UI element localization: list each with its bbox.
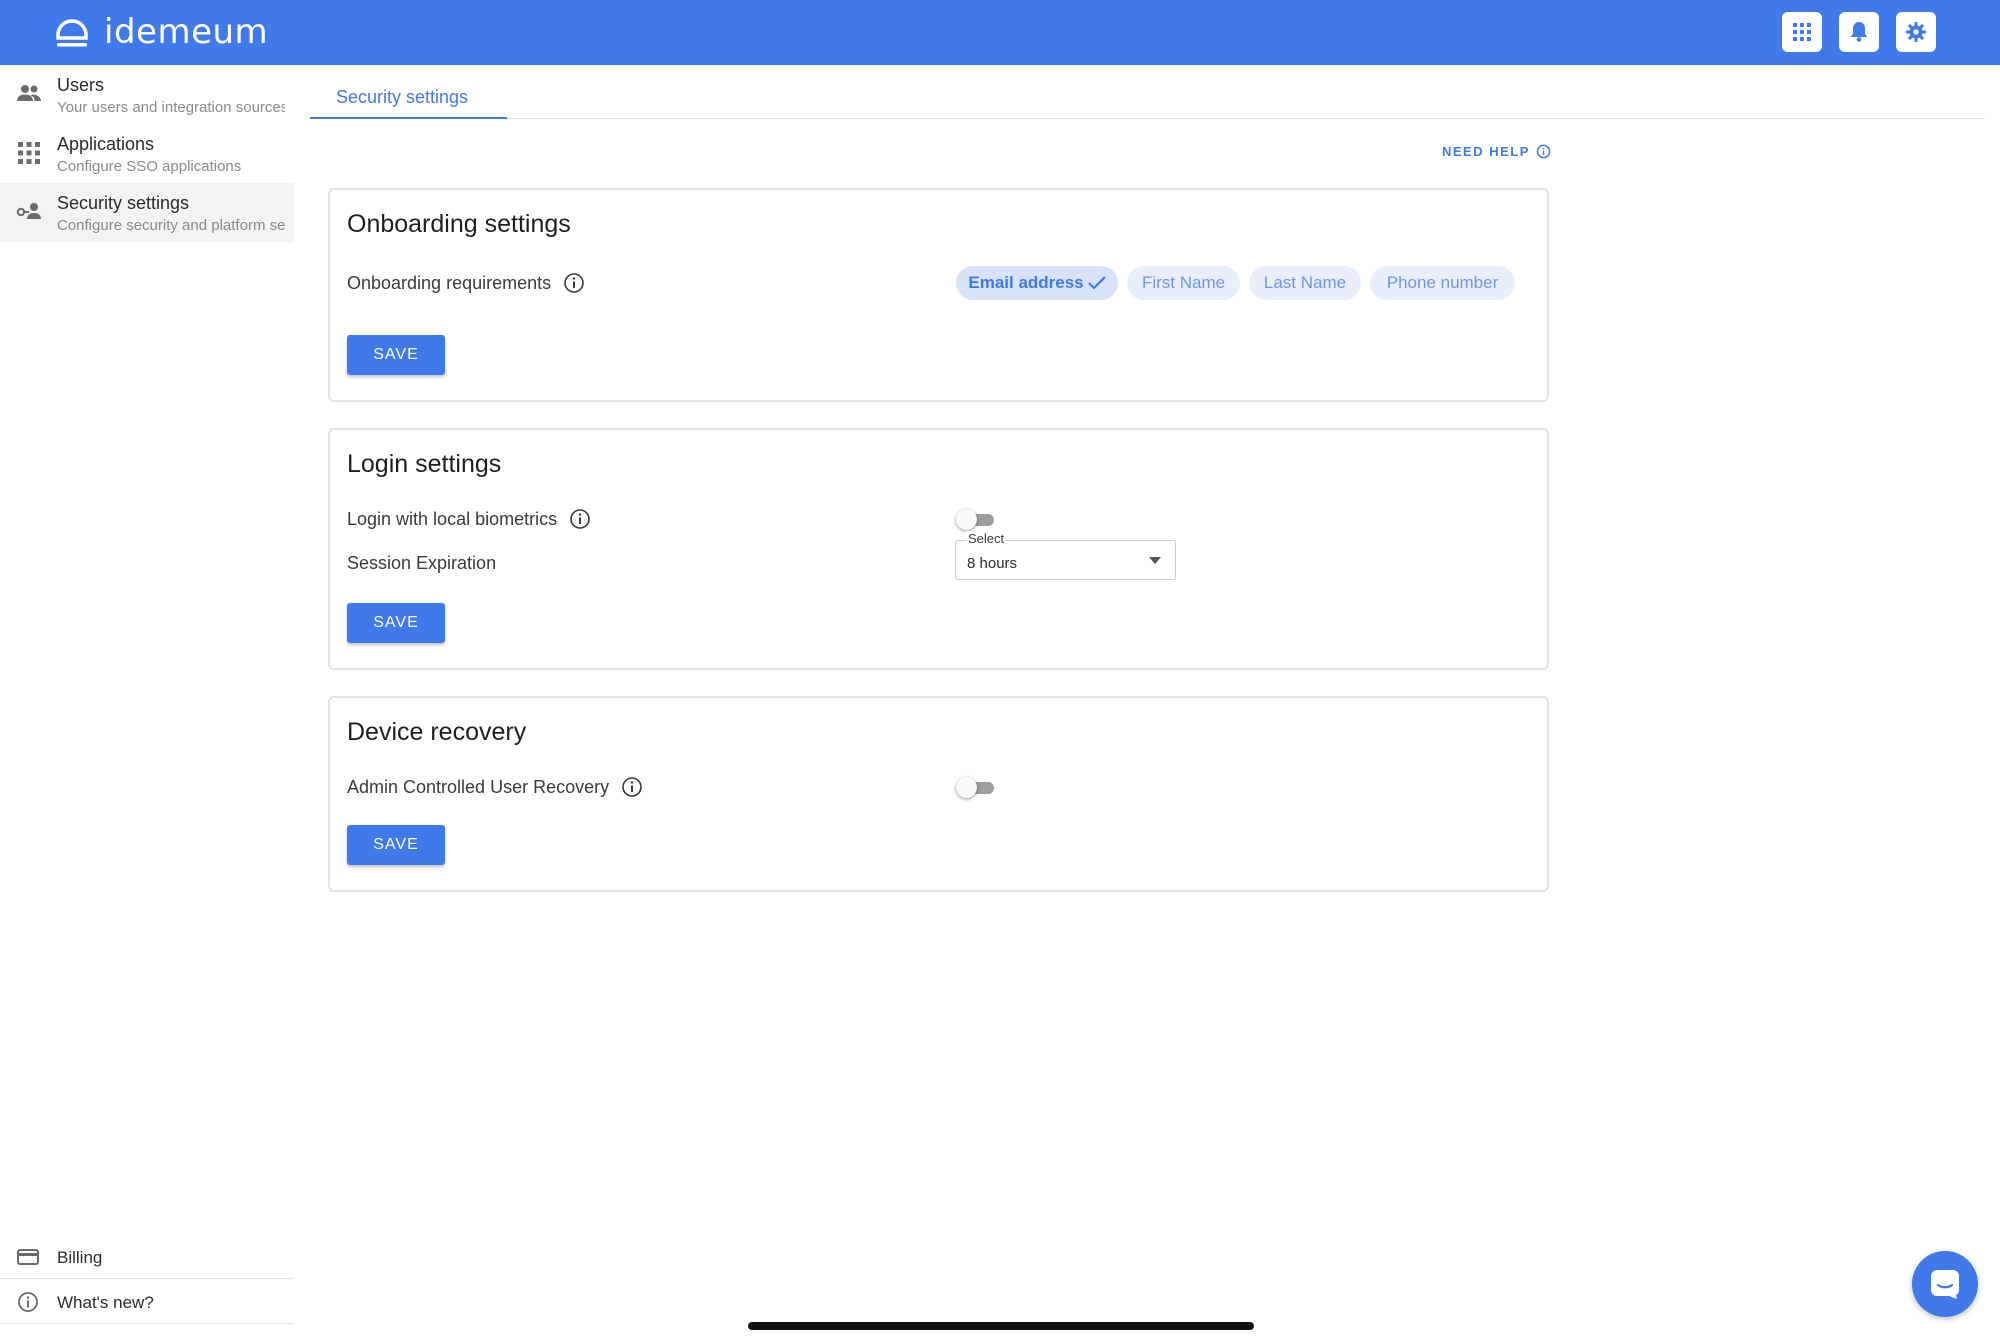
info-icon[interactable] [621,776,643,798]
bell-icon [1850,22,1868,42]
sidebar-item-applications[interactable]: Applications Configure SSO applications [0,124,294,183]
card-title: Login settings [347,450,502,478]
info-icon [18,1292,38,1312]
row-label-text: Session Expiration [347,553,497,573]
need-help-label: NEED HELP [1442,144,1530,159]
chip-first-name[interactable]: First Name [1127,266,1240,300]
chip-label: Email address [968,273,1084,292]
row-label-text: Onboarding requirements [347,272,552,293]
chip-label: First Name [1141,273,1226,292]
sidebar-item-subtitle: Configure SSO applications [57,158,242,175]
notifications-button[interactable] [1839,12,1879,52]
device-recovery-card: Device recovery Admin Controlled User Re… [328,696,1549,892]
apps-grid-icon [18,142,40,164]
settings-button[interactable] [1896,12,1936,52]
tab-security-settings[interactable]: Security settings [310,65,507,119]
chip-phone-number[interactable]: Phone number [1370,266,1515,300]
card-title: Device recovery [347,718,527,746]
security-key-icon [16,203,41,219]
save-button[interactable]: SAVE [347,825,445,865]
home-indicator [748,1322,1254,1330]
apps-grid-icon [1793,23,1811,41]
need-help-link[interactable]: NEED HELP [1442,144,1551,159]
chip-email-address[interactable]: Email address [956,266,1118,300]
chat-launcher-button[interactable] [1912,1251,1978,1317]
brand-logo[interactable]: idemeum [54,12,268,52]
apps-menu-button[interactable] [1782,12,1822,52]
card-title: Onboarding settings [347,210,571,238]
save-button[interactable]: SAVE [347,335,445,375]
chat-icon [1931,1270,1959,1299]
biometrics-toggle[interactable] [956,509,996,530]
sidebar-item-billing[interactable]: Billing [0,1235,294,1279]
chip-label: Phone number [1386,273,1499,292]
check-icon [1087,276,1106,290]
toggle-knob [956,509,977,530]
sidebar-item-title: Security settings [57,193,190,213]
tab-label: Security settings [336,87,469,107]
onboarding-settings-card: Onboarding settings Onboarding requireme… [328,188,1549,402]
logo-mark-icon [56,19,88,47]
sidebar-item-label: What's new? [57,1293,154,1312]
info-icon[interactable] [569,508,591,530]
tab-bar: Security settings [310,65,1985,119]
select-value: 8 hours [967,555,1018,572]
credit-card-icon [17,1249,39,1265]
login-settings-card: Login settings Login with local biometri… [328,428,1549,670]
caret-down-icon [1149,557,1161,564]
sidebar-item-title: Applications [57,134,155,154]
sidebar-item-title: Users [57,75,105,95]
save-button[interactable]: SAVE [347,603,445,643]
biometrics-label: Login with local biometrics [347,508,591,530]
sidebar-item-whats-new[interactable]: What's new? [0,1280,294,1324]
onboarding-requirements-label: Onboarding requirements [347,272,585,294]
sidebar-item-users[interactable]: Users Your users and integration sources [0,65,294,124]
info-icon [1536,144,1551,159]
toggle-knob [956,777,977,798]
admin-recovery-toggle[interactable] [956,777,996,798]
session-expiration-select[interactable]: Select 8 hours [955,531,1176,580]
users-icon [17,85,41,101]
gear-icon [1906,22,1926,42]
brand-name: idemeum [104,12,269,52]
row-label-text: Login with local biometrics [347,508,558,529]
session-expiration-label: Session Expiration [347,553,496,574]
info-icon[interactable] [563,272,585,294]
sidebar-item-security-settings[interactable]: Security settings Configure security and… [0,183,294,242]
chip-label: Last Name [1263,273,1347,292]
sidebar-item-label: Billing [57,1248,103,1267]
top-bar: idemeum [0,0,2000,65]
sidebar-item-subtitle: Your users and integration sources [57,99,285,116]
sidebar: Users Your users and integration sources… [0,65,294,1340]
sidebar-item-subtitle: Configure security and platform settings [57,217,285,234]
row-label-text: Admin Controlled User Recovery [347,776,610,797]
select-label: Select [966,531,1007,546]
chip-last-name[interactable]: Last Name [1249,266,1361,300]
admin-recovery-label: Admin Controlled User Recovery [347,776,643,798]
